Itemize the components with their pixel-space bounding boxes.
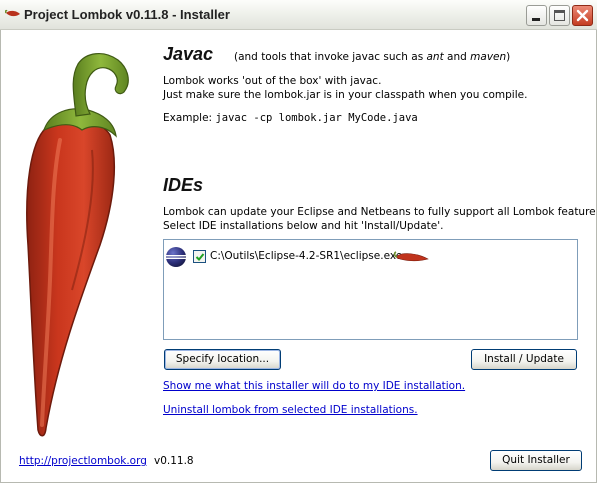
ide-checkbox[interactable]	[193, 250, 206, 263]
example-command: javac -cp lombok.jar MyCode.java	[215, 112, 418, 124]
version-label: v0.11.8	[154, 455, 194, 467]
close-button[interactable]	[572, 5, 593, 26]
check-icon	[195, 253, 205, 261]
ides-description-2: Select IDE installations below and hit '…	[163, 220, 444, 232]
window-title: Project Lombok v0.11.8 - Installer	[24, 7, 230, 22]
ides-description-1: Lombok can update your Eclipse and Netbe…	[163, 206, 597, 218]
javac-heading: Javac	[163, 44, 214, 64]
javac-note-prefix: (and tools that invoke javac such as	[234, 51, 427, 63]
ide-path: C:\Outils\Eclipse-4.2-SR1\eclipse.exe	[210, 250, 403, 262]
javac-description-1: Lombok works 'out of the box' with javac…	[163, 75, 382, 87]
maven-text: maven	[470, 51, 507, 63]
maximize-icon	[554, 10, 565, 21]
website-link[interactable]: http://projectlombok.org	[19, 455, 147, 467]
quit-installer-button[interactable]: Quit Installer	[490, 450, 582, 471]
pepper-icon	[393, 251, 429, 262]
uninstall-link[interactable]: Uninstall lombok from selected IDE insta…	[163, 404, 418, 416]
javac-note: (and tools that invoke javac such as ant…	[234, 51, 510, 63]
javac-note-middle: and	[443, 51, 471, 63]
minimize-button[interactable]	[526, 5, 547, 26]
ides-heading: IDEs	[163, 175, 204, 195]
ide-installation-list[interactable]: C:\Outils\Eclipse-4.2-SR1\eclipse.exe	[163, 239, 578, 340]
example-label: Example:	[163, 112, 216, 124]
javac-note-suffix: )	[506, 51, 511, 63]
ide-list-item[interactable]: C:\Outils\Eclipse-4.2-SR1\eclipse.exe	[164, 246, 577, 267]
ant-text: ant	[426, 51, 444, 63]
pepper-logo	[26, 53, 129, 437]
pepper-icon	[5, 9, 20, 17]
eclipse-icon	[166, 247, 186, 267]
install-update-button[interactable]: Install / Update	[471, 349, 577, 370]
title-bar[interactable]: Project Lombok v0.11.8 - Installer	[0, 0, 597, 30]
show-changes-link[interactable]: Show me what this installer will do to m…	[163, 380, 465, 392]
javac-example: Example: javac -cp lombok.jar MyCode.jav…	[163, 112, 418, 124]
close-icon	[576, 9, 589, 22]
maximize-button[interactable]	[549, 5, 570, 26]
javac-description-2: Just make sure the lombok.jar is in your…	[163, 89, 528, 101]
specify-location-button[interactable]: Specify location...	[164, 349, 281, 370]
minimize-icon	[532, 18, 540, 21]
